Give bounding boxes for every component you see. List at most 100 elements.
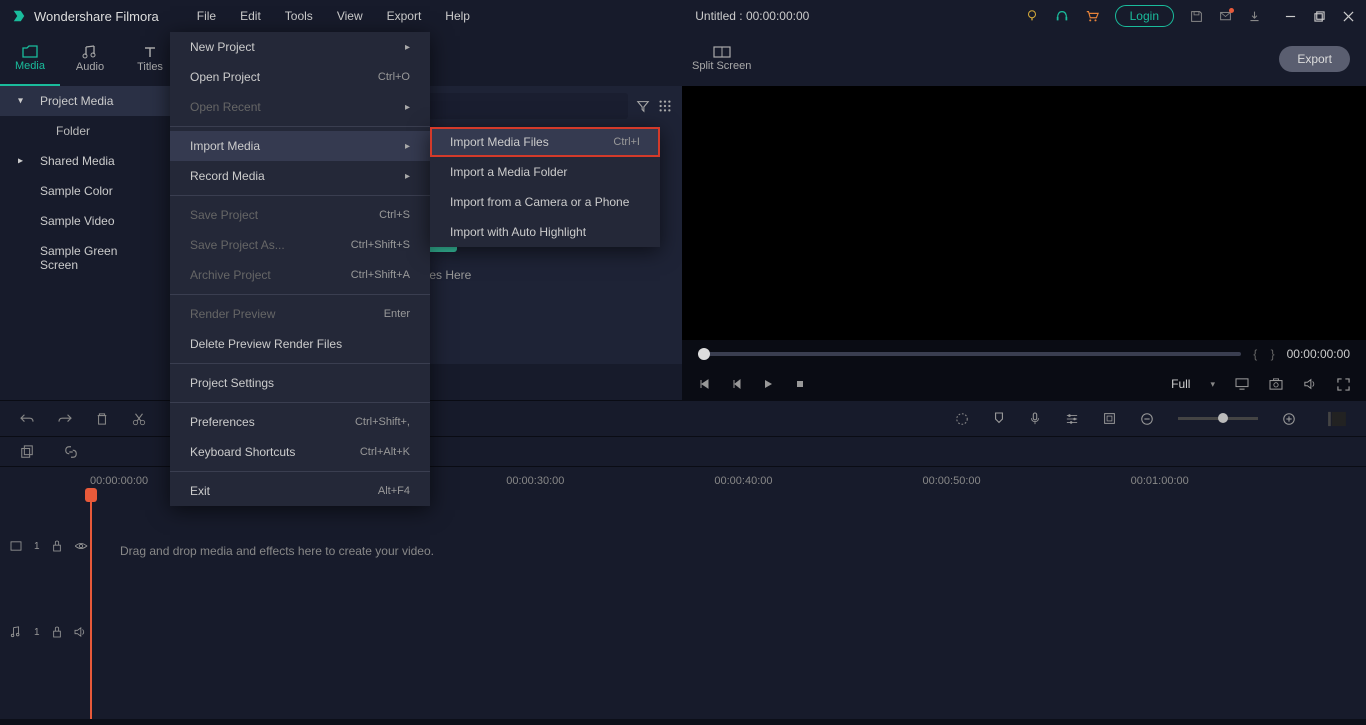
audio-mixer-icon[interactable] [1065, 413, 1079, 425]
stop-icon[interactable] [794, 378, 806, 390]
tab-audio[interactable]: Audio [60, 32, 120, 86]
file-dropdown: New Project ▸ Open Project Ctrl+O Open R… [170, 32, 430, 506]
tab-split-screen[interactable]: Split Screen [672, 32, 772, 86]
zoom-slider[interactable] [1178, 417, 1258, 420]
menu-file[interactable]: File [187, 5, 226, 27]
marker-icon[interactable] [993, 412, 1005, 426]
chevron-right-icon: ▸ [405, 171, 410, 182]
sidebar-item-sample-color[interactable]: Sample Color [0, 176, 170, 206]
menu-project-settings[interactable]: Project Settings [170, 368, 430, 398]
playhead[interactable] [90, 494, 92, 719]
minimize-icon[interactable] [1285, 11, 1296, 22]
snapshot-icon[interactable] [1269, 378, 1283, 390]
tab-titles-label: Titles [137, 61, 163, 73]
save-icon[interactable] [1190, 10, 1203, 23]
preview-panel: { } 00:00:00:00 Full ▾ [682, 86, 1366, 400]
menu-delete-render-files[interactable]: Delete Preview Render Files [170, 329, 430, 359]
audio-track-header: 1 [0, 626, 90, 638]
menu-keyboard-shortcuts[interactable]: Keyboard Shortcuts Ctrl+Alt+K [170, 437, 430, 467]
layout-icon[interactable] [1328, 411, 1346, 427]
undo-icon[interactable] [20, 413, 34, 425]
video-track-number: 1 [34, 541, 40, 552]
zoom-handle[interactable] [1218, 413, 1228, 423]
monitor-icon[interactable] [1235, 378, 1249, 390]
preview-quality[interactable]: Full [1171, 377, 1190, 391]
prev-frame-icon[interactable] [698, 378, 710, 390]
chevron-right-icon: ▸ [18, 156, 23, 167]
markers-label: { } [1253, 347, 1274, 361]
menu-open-recent: Open Recent ▸ [170, 92, 430, 122]
menu-record-media[interactable]: Record Media ▸ [170, 161, 430, 191]
copy-track-icon[interactable] [20, 445, 34, 459]
menu-help[interactable]: Help [435, 5, 480, 27]
tab-media[interactable]: Media [0, 32, 60, 86]
fullscreen-icon[interactable] [1337, 378, 1350, 391]
delete-icon[interactable] [96, 412, 108, 426]
message-icon[interactable] [1219, 10, 1232, 23]
menu-open-project[interactable]: Open Project Ctrl+O [170, 62, 430, 92]
sidebar-item-sample-video[interactable]: Sample Video [0, 206, 170, 236]
mute-icon[interactable] [74, 627, 86, 637]
menu-edit[interactable]: Edit [230, 5, 271, 27]
menu-save-project-as: Save Project As... Ctrl+Shift+S [170, 230, 430, 260]
crop-icon[interactable] [1103, 412, 1116, 425]
menu-new-project[interactable]: New Project ▸ [170, 32, 430, 62]
ruler-tick: 00:00:00:00 [90, 475, 148, 487]
sidebar-item-folder[interactable]: Folder [0, 116, 170, 146]
audio-track-icon [10, 626, 22, 638]
filter-icon[interactable] [636, 99, 650, 113]
volume-icon[interactable] [1303, 378, 1317, 390]
menu-import-media[interactable]: Import Media ▸ Import Media Files Ctrl+I… [170, 131, 430, 161]
visibility-icon[interactable] [74, 541, 88, 551]
lock-icon[interactable] [52, 626, 62, 638]
app-name: Wondershare Filmora [34, 9, 159, 24]
sidebar-item-project-media[interactable]: ▾ Project Media [0, 86, 170, 116]
play-icon[interactable] [762, 378, 774, 390]
menu-import-auto-highlight[interactable]: Import with Auto Highlight [430, 217, 660, 247]
lock-icon[interactable] [52, 540, 62, 552]
menu-export[interactable]: Export [377, 5, 432, 27]
chevron-down-icon[interactable]: ▾ [1210, 379, 1215, 390]
menu-tools[interactable]: Tools [275, 5, 323, 27]
menu-import-camera[interactable]: Import from a Camera or a Phone [430, 187, 660, 217]
menu-import-media-files[interactable]: Import Media Files Ctrl+I [430, 127, 660, 157]
tab-split-label: Split Screen [692, 60, 751, 72]
tab-audio-label: Audio [76, 61, 104, 73]
maximize-icon[interactable] [1314, 11, 1325, 22]
titlebar-right: Login [1025, 5, 1354, 27]
split-icon[interactable] [132, 412, 146, 426]
lightbulb-icon[interactable] [1025, 9, 1039, 23]
render-icon[interactable] [955, 412, 969, 426]
menu-exit[interactable]: Exit Alt+F4 [170, 476, 430, 506]
grid-view-icon[interactable] [658, 99, 672, 113]
document-title: Untitled : 00:00:00:00 [488, 9, 1017, 23]
redo-icon[interactable] [58, 413, 72, 425]
menu-view[interactable]: View [327, 5, 373, 27]
cart-icon[interactable] [1085, 9, 1099, 23]
headphones-icon[interactable] [1055, 9, 1069, 23]
zoom-in-icon[interactable] [1282, 412, 1296, 426]
sidebar-item-shared-media[interactable]: ▸ Shared Media [0, 146, 170, 176]
menubar: File Edit Tools View Export Help [187, 5, 480, 27]
audio-track-number: 1 [34, 627, 40, 638]
step-back-icon[interactable] [730, 378, 742, 390]
scrub-handle[interactable] [698, 348, 710, 360]
login-button[interactable]: Login [1115, 5, 1174, 27]
zoom-out-icon[interactable] [1140, 412, 1154, 426]
voiceover-icon[interactable] [1029, 412, 1041, 426]
menu-save-project: Save Project Ctrl+S [170, 200, 430, 230]
preview-video[interactable] [682, 86, 1366, 340]
link-icon[interactable] [64, 445, 78, 459]
export-button[interactable]: Export [1279, 46, 1350, 72]
titlebar: Wondershare Filmora File Edit Tools View… [0, 0, 1366, 32]
preview-scrubber[interactable] [698, 352, 1241, 356]
timeline-tracks[interactable]: 1 Drag and drop media and effects here t… [0, 494, 1366, 719]
video-track-icon [10, 541, 22, 551]
menu-import-media-folder[interactable]: Import a Media Folder [430, 157, 660, 187]
chevron-down-icon: ▾ [18, 96, 23, 107]
close-icon[interactable] [1343, 11, 1354, 22]
sidebar-item-sample-green[interactable]: Sample Green Screen [0, 236, 170, 280]
download-icon[interactable] [1248, 10, 1261, 23]
menu-preferences[interactable]: Preferences Ctrl+Shift+, [170, 407, 430, 437]
app-logo-icon [12, 9, 26, 23]
